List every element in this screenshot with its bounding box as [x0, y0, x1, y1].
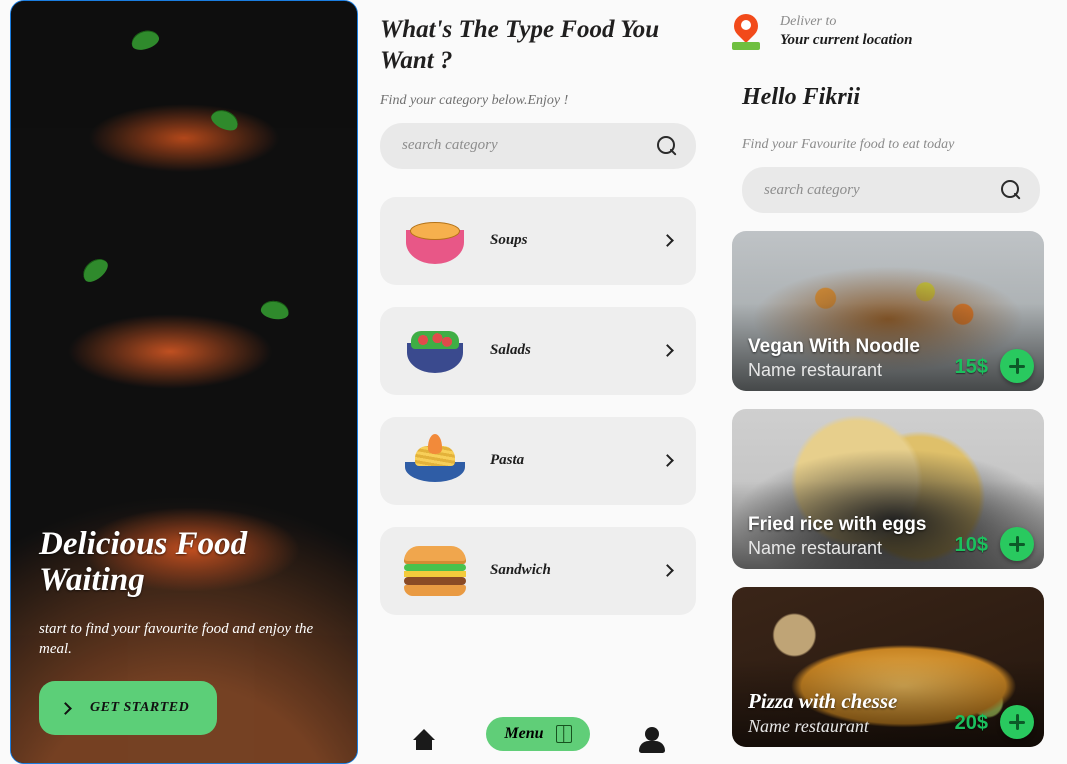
- food-title: Pizza with chesse: [748, 689, 1028, 714]
- soup-icon: [402, 213, 468, 269]
- food-title: Vegan With Noodle: [748, 336, 1028, 358]
- greeting: Hello Fikrii: [742, 84, 1044, 111]
- food-card-list: Vegan With Noodle Name restaurant 15$ Fr…: [732, 231, 1044, 747]
- sandwich-icon: [402, 543, 468, 599]
- category-item-pasta[interactable]: Pasta: [380, 417, 696, 505]
- menu-icon: [556, 725, 572, 743]
- food-title: Fried rice with eggs: [748, 514, 1028, 536]
- user-icon: [645, 727, 659, 741]
- hero-subtitle: start to find your favourite food and en…: [39, 619, 335, 660]
- feed-search[interactable]: [742, 167, 1040, 213]
- category-search[interactable]: [380, 123, 696, 169]
- add-to-cart-button[interactable]: [1000, 705, 1034, 739]
- add-to-cart-button[interactable]: [1000, 349, 1034, 383]
- chevron-right-icon: [661, 454, 674, 467]
- deliver-value: Your current location: [780, 32, 913, 49]
- food-card[interactable]: Vegan With Noodle Name restaurant 15$: [732, 231, 1044, 391]
- feed-panel: Deliver to Your current location Hello F…: [718, 0, 1048, 764]
- get-started-label: GET STARTED: [90, 700, 189, 716]
- hero-title-line2: Waiting: [39, 562, 145, 598]
- categories-panel: What's The Type Food You Want ? Find you…: [378, 0, 698, 764]
- feed-subtitle: Find your Favourite food to eat today: [742, 137, 1044, 153]
- location-pin-icon: [732, 14, 760, 50]
- category-label: Salads: [490, 342, 663, 359]
- salad-icon: [402, 323, 468, 379]
- food-price: 10$: [955, 534, 988, 557]
- category-list: Soups Salads Pasta Sandwich: [380, 197, 696, 615]
- chevron-right-icon: [661, 564, 674, 577]
- pasta-icon: [402, 433, 468, 489]
- food-price: 15$: [955, 356, 988, 379]
- nav-menu[interactable]: Menu: [486, 717, 589, 751]
- category-search-input[interactable]: [402, 137, 646, 154]
- deliver-row[interactable]: Deliver to Your current location: [728, 14, 1044, 50]
- nav-profile[interactable]: [637, 719, 667, 749]
- search-icon: [1000, 179, 1022, 201]
- hero-title: Delicious Food Waiting: [39, 527, 335, 598]
- hero-title-line1: Delicious Food: [39, 526, 247, 562]
- nav-menu-label: Menu: [504, 725, 543, 743]
- feed-search-input[interactable]: [764, 182, 990, 199]
- category-item-sandwich[interactable]: Sandwich: [380, 527, 696, 615]
- deliver-label: Deliver to: [780, 14, 913, 30]
- category-label: Soups: [490, 232, 663, 249]
- nav-home[interactable]: [409, 719, 439, 749]
- food-card[interactable]: Fried rice with eggs Name restaurant 10$: [732, 409, 1044, 569]
- categories-subtitle: Find your category below.Enjoy !: [380, 93, 696, 109]
- add-to-cart-button[interactable]: [1000, 527, 1034, 561]
- food-card[interactable]: Pizza with chesse Name restaurant 20$: [732, 587, 1044, 747]
- category-item-soups[interactable]: Soups: [380, 197, 696, 285]
- chevron-right-icon: [661, 344, 674, 357]
- get-started-button[interactable]: GET STARTED: [39, 681, 217, 735]
- search-icon: [656, 135, 678, 157]
- bottom-nav: Menu: [380, 704, 696, 764]
- category-label: Pasta: [490, 452, 663, 469]
- categories-title: What's The Type Food You Want ?: [380, 14, 696, 77]
- category-item-salads[interactable]: Salads: [380, 307, 696, 395]
- chevron-right-icon: [59, 702, 72, 715]
- hero-panel: Delicious Food Waiting start to find you…: [10, 0, 358, 764]
- chevron-right-icon: [661, 234, 674, 247]
- category-label: Sandwich: [490, 562, 663, 579]
- food-price: 20$: [955, 712, 988, 735]
- home-icon: [413, 729, 435, 740]
